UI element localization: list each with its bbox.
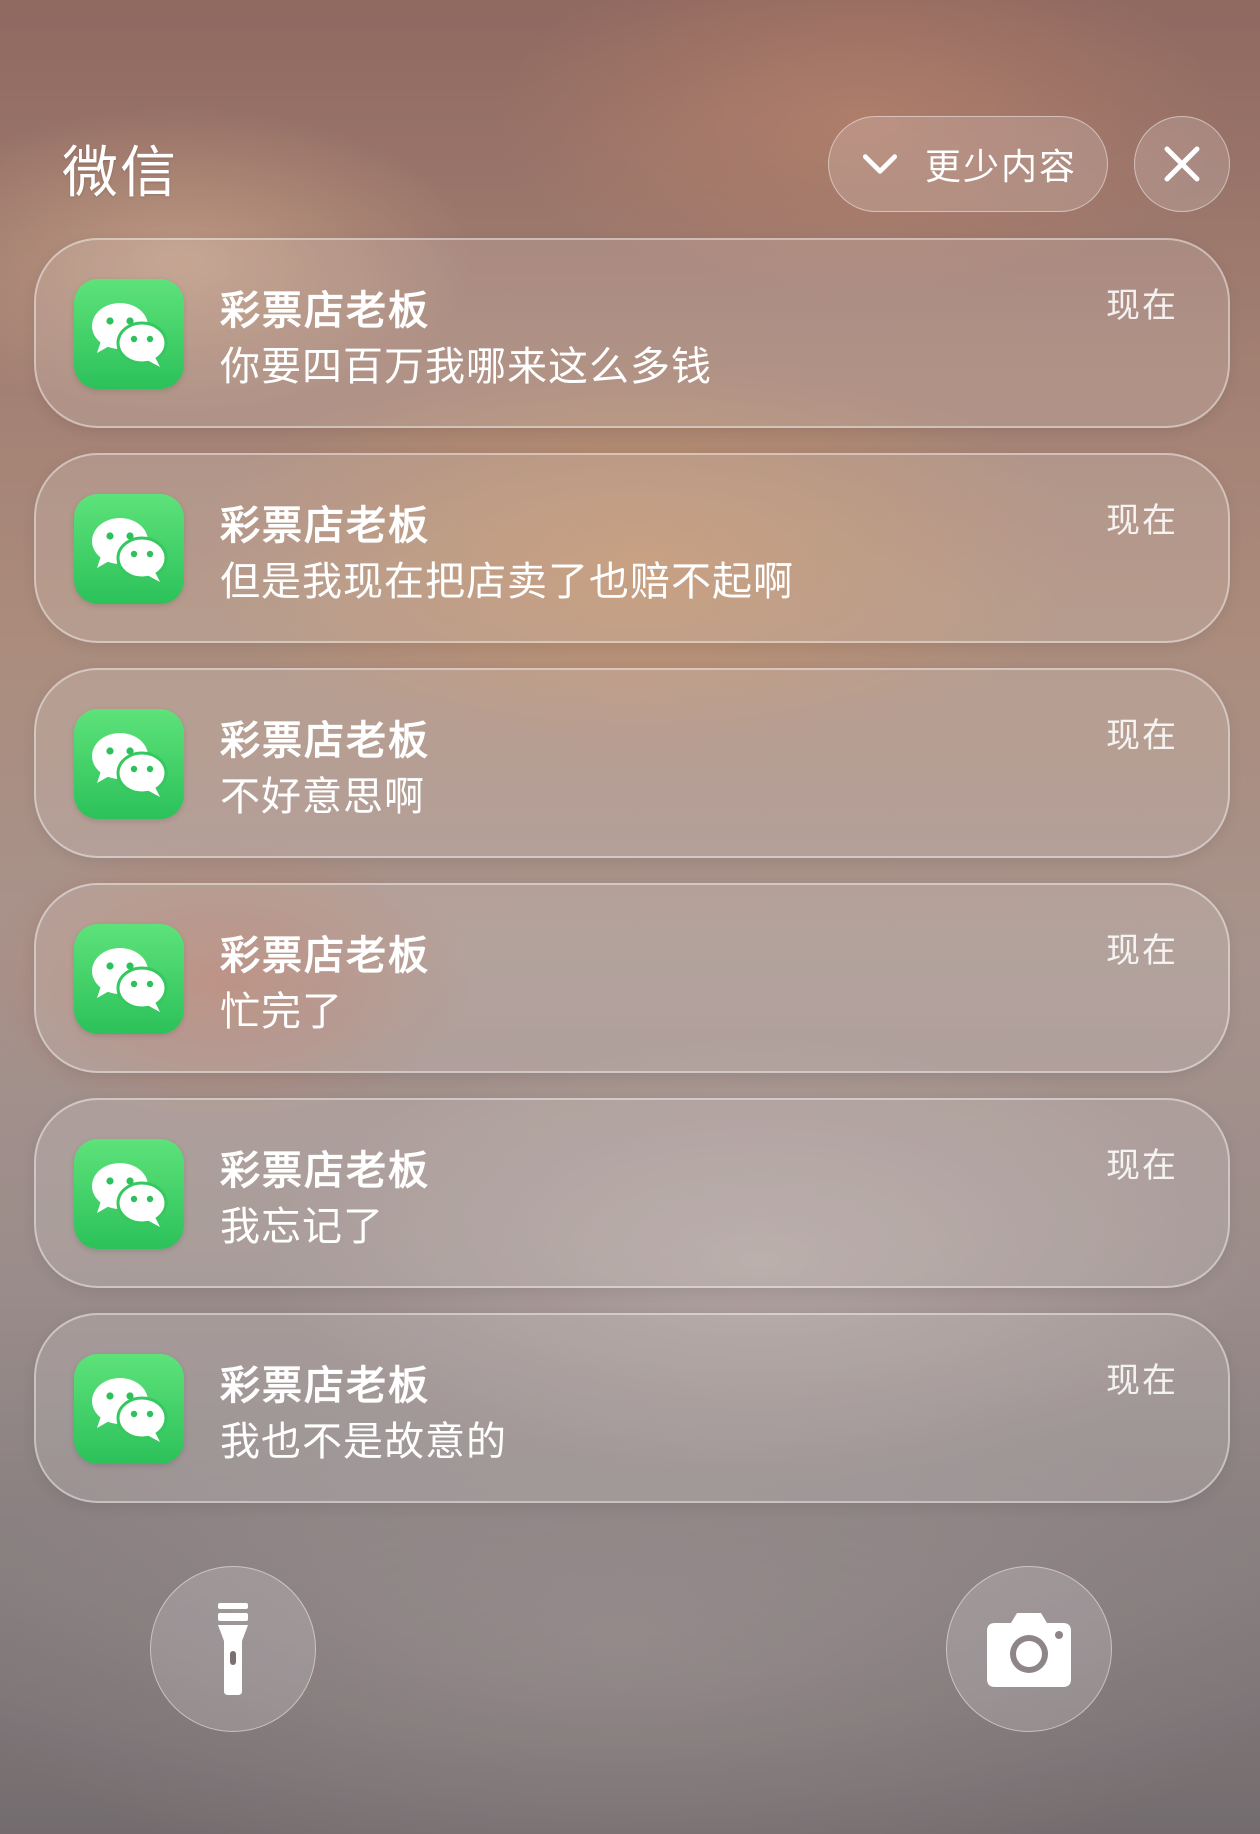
notification-sender: 彩票店老板 bbox=[220, 933, 430, 979]
wechat-icon bbox=[74, 924, 184, 1034]
wechat-icon bbox=[74, 1139, 184, 1249]
flashlight-icon bbox=[218, 1603, 248, 1695]
notification-message: 但是我现在把店卖了也赔不起啊 bbox=[220, 559, 794, 605]
wechat-icon bbox=[74, 279, 184, 389]
wechat-icon bbox=[74, 494, 184, 604]
notification-sender: 彩票店老板 bbox=[220, 503, 430, 549]
clear-notifications-button[interactable] bbox=[1134, 116, 1230, 212]
notification-sender: 彩票店老板 bbox=[220, 718, 430, 764]
notification-group-title: 微信 bbox=[62, 141, 178, 206]
notification-card[interactable]: 彩票店老板 忙完了 现在 bbox=[34, 883, 1230, 1073]
notification-time: 现在 bbox=[1106, 931, 1178, 971]
notification-message: 你要四百万我哪来这么多钱 bbox=[220, 344, 712, 390]
notification-time: 现在 bbox=[1106, 716, 1178, 756]
chevron-down-icon bbox=[862, 154, 898, 174]
flashlight-button[interactable] bbox=[150, 1566, 316, 1732]
notification-message: 我忘记了 bbox=[220, 1204, 384, 1250]
notification-time: 现在 bbox=[1106, 1361, 1178, 1401]
notification-card[interactable]: 彩票店老板 不好意思啊 现在 bbox=[34, 668, 1230, 858]
notification-list: 彩票店老板 你要四百万我哪来这么多钱 现在 彩票店老板 但是我现在把店卖了也赔不… bbox=[34, 238, 1230, 1528]
notification-message: 忙完了 bbox=[220, 989, 343, 1035]
notification-card[interactable]: 彩票店老板 但是我现在把店卖了也赔不起啊 现在 bbox=[34, 453, 1230, 643]
notification-card[interactable]: 彩票店老板 你要四百万我哪来这么多钱 现在 bbox=[34, 238, 1230, 428]
notification-message: 我也不是故意的 bbox=[220, 1419, 507, 1465]
notification-time: 现在 bbox=[1106, 501, 1178, 541]
notification-sender: 彩票店老板 bbox=[220, 1148, 430, 1194]
notification-time: 现在 bbox=[1106, 286, 1178, 326]
camera-icon bbox=[987, 1613, 1071, 1687]
show-less-label: 更少内容 bbox=[925, 147, 1078, 188]
notification-card[interactable]: 彩票店老板 我忘记了 现在 bbox=[34, 1098, 1230, 1288]
close-icon bbox=[1164, 146, 1200, 182]
notification-card[interactable]: 彩票店老板 我也不是故意的 现在 bbox=[34, 1313, 1230, 1503]
wechat-icon bbox=[74, 709, 184, 819]
wechat-icon bbox=[74, 1354, 184, 1464]
notification-sender: 彩票店老板 bbox=[220, 1363, 430, 1409]
notification-time: 现在 bbox=[1106, 1146, 1178, 1186]
notification-message: 不好意思啊 bbox=[220, 774, 425, 820]
show-less-button[interactable]: 更少内容 bbox=[828, 116, 1108, 212]
notification-sender: 彩票店老板 bbox=[220, 288, 430, 334]
camera-button[interactable] bbox=[946, 1566, 1112, 1732]
